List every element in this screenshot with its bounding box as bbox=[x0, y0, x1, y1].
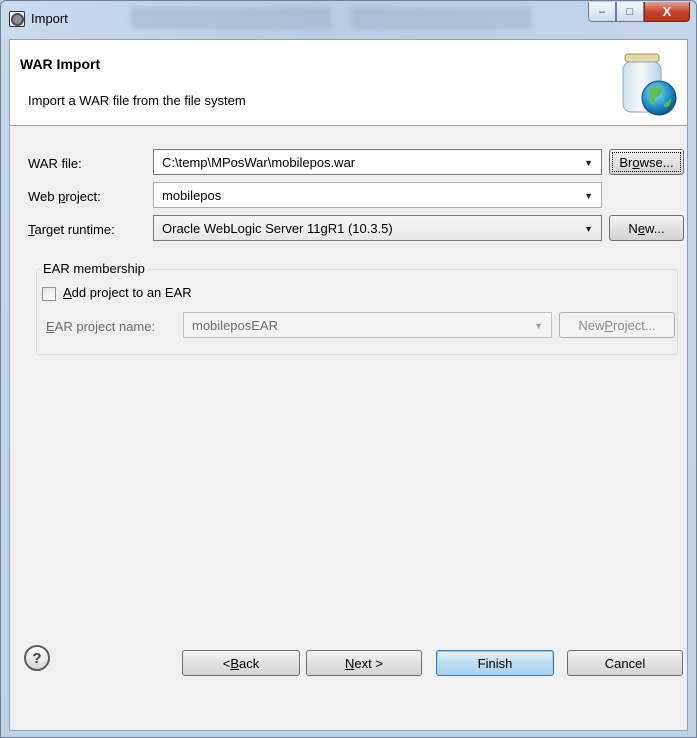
jar-globe-icon bbox=[622, 53, 677, 116]
web-project-value: mobilepos bbox=[162, 187, 222, 203]
new-ear-project-label-post: roject... bbox=[613, 317, 656, 333]
next-mnemonic: N bbox=[345, 655, 355, 671]
dropdown-arrow-icon[interactable]: ▼ bbox=[584, 191, 593, 201]
wizard-title: WAR Import bbox=[20, 56, 101, 72]
browse-label-post: wse... bbox=[639, 154, 674, 170]
minimize-button[interactable]: – bbox=[588, 2, 616, 22]
finish-button[interactable]: Finish bbox=[436, 650, 554, 676]
eclipse-app-icon bbox=[9, 11, 25, 27]
cancel-button[interactable]: Cancel bbox=[567, 650, 683, 676]
background-tab bbox=[131, 7, 331, 29]
dialog-client-area: WAR Import Import a WAR file from the fi… bbox=[9, 39, 688, 731]
dropdown-arrow-icon[interactable]: ▼ bbox=[584, 224, 593, 234]
browse-mnemonic: o bbox=[632, 154, 640, 170]
wizard-description: Import a WAR file from the file system bbox=[28, 93, 246, 108]
next-button[interactable]: Next > bbox=[306, 650, 422, 676]
target-runtime-value: Oracle WebLogic Server 11gR1 (10.3.5) bbox=[162, 220, 393, 236]
help-icon[interactable]: ? bbox=[24, 645, 50, 671]
ear-project-name-combo[interactable]: mobileposEAR ▼ bbox=[183, 312, 552, 338]
add-to-ear-checkbox[interactable] bbox=[42, 287, 56, 301]
web-project-label-pre: Web bbox=[28, 189, 59, 204]
next-label-post: ext > bbox=[354, 655, 383, 671]
add-to-ear-label[interactable]: Add project to an EAR bbox=[63, 285, 192, 300]
target-runtime-label: Target runtime: bbox=[28, 222, 115, 237]
window-controls: – □ X bbox=[588, 2, 690, 22]
title-bar[interactable]: Import – □ X bbox=[1, 1, 696, 39]
ear-membership-title: EAR membership bbox=[40, 261, 148, 276]
dropdown-arrow-icon[interactable]: ▼ bbox=[534, 321, 543, 331]
import-window: Import – □ X WAR Import Import a WAR fil… bbox=[0, 0, 697, 738]
dropdown-arrow-icon[interactable]: ▼ bbox=[584, 158, 593, 168]
new-ear-project-button[interactable]: New Project... bbox=[559, 312, 675, 338]
new-runtime-label-pre: N bbox=[628, 220, 638, 236]
war-file-combo[interactable]: C:\temp\MPosWar\mobilepos.war ▼ bbox=[153, 149, 602, 175]
background-tab bbox=[351, 7, 531, 29]
new-runtime-label-post: w... bbox=[645, 220, 665, 236]
back-label-post: ack bbox=[239, 655, 260, 671]
target-runtime-combo[interactable]: Oracle WebLogic Server 11gR1 (10.3.5) ▼ bbox=[153, 215, 602, 241]
new-runtime-button[interactable]: Ne w... bbox=[609, 215, 684, 241]
new-ear-project-mnemonic: P bbox=[604, 317, 614, 333]
target-runtime-label-post: arget runtime: bbox=[34, 222, 115, 237]
ear-project-name-value: mobileposEAR bbox=[192, 317, 278, 333]
window-title: Import bbox=[31, 11, 68, 26]
back-button[interactable]: < Back bbox=[182, 650, 300, 676]
web-project-label: Web project: bbox=[28, 189, 101, 204]
war-file-value: C:\temp\MPosWar\mobilepos.war bbox=[162, 154, 356, 170]
maximize-button[interactable]: □ bbox=[616, 2, 644, 22]
new-ear-project-label-pre: New bbox=[578, 317, 605, 333]
wizard-banner: WAR Import Import a WAR file from the fi… bbox=[10, 40, 687, 126]
back-mnemonic: B bbox=[230, 655, 240, 671]
war-file-label: WAR file: bbox=[28, 156, 82, 171]
new-runtime-mnemonic: e bbox=[637, 220, 646, 236]
close-button[interactable]: X bbox=[644, 2, 690, 22]
ear-project-name-label: EAR project name: bbox=[46, 319, 155, 334]
ear-project-name-label-post: AR project name: bbox=[54, 319, 156, 334]
browse-button[interactable]: Br o wse... bbox=[609, 149, 684, 175]
web-project-combo[interactable]: mobilepos ▼ bbox=[153, 182, 602, 208]
browse-label-pre: Br bbox=[619, 154, 633, 170]
ear-project-name-mnemonic: E bbox=[46, 319, 55, 334]
web-project-label-post: roject: bbox=[65, 189, 101, 204]
add-to-ear-mnemonic: A bbox=[63, 285, 72, 300]
add-to-ear-label-post: dd project to an EAR bbox=[71, 285, 192, 300]
back-label-pre: < bbox=[222, 655, 231, 671]
